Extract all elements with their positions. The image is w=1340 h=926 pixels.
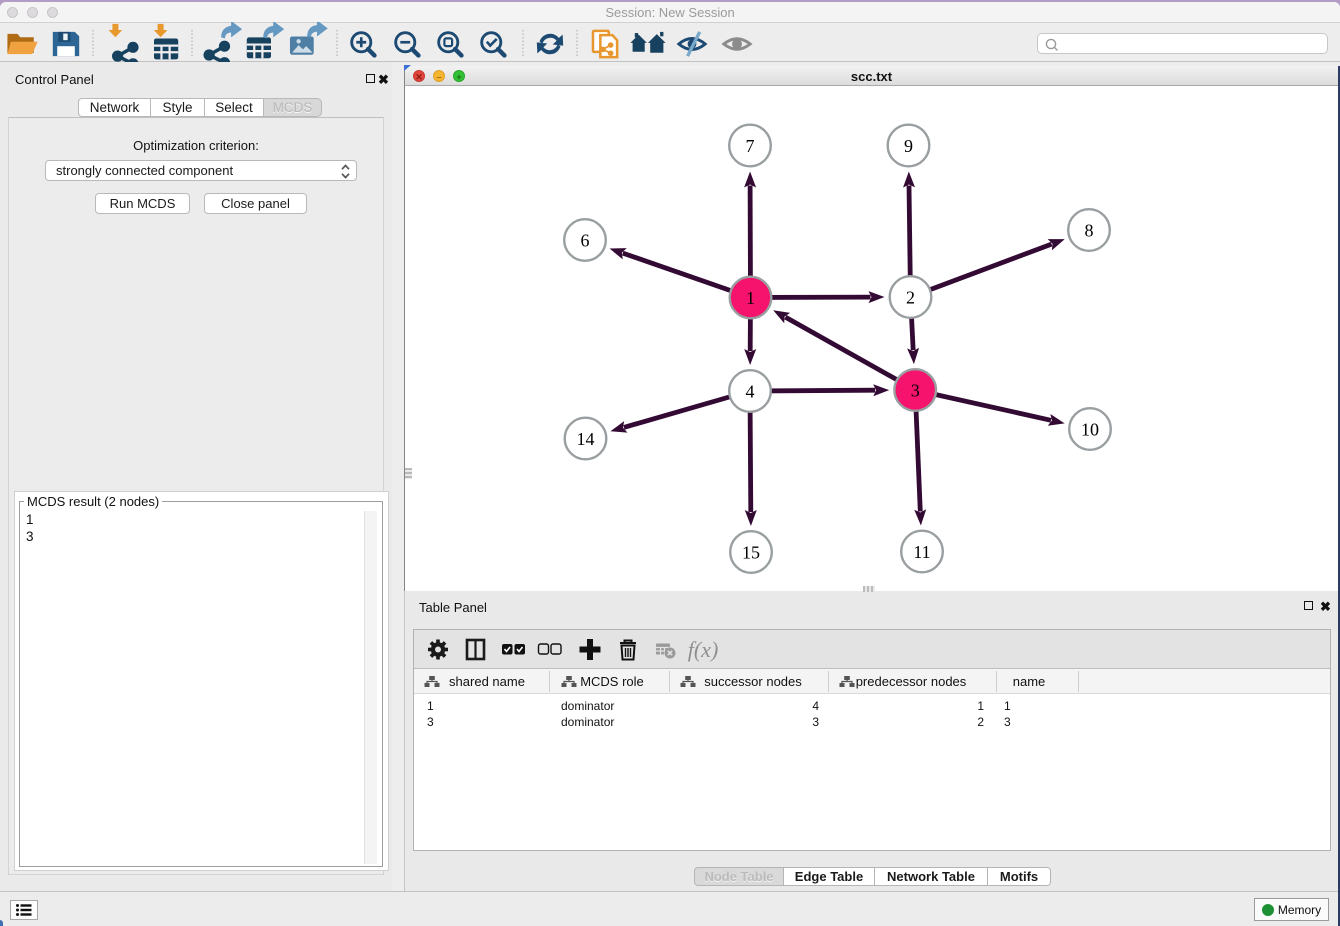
svg-text:name: name [1013, 674, 1046, 689]
svg-text:11: 11 [913, 542, 930, 562]
svg-text:MCDS role: MCDS role [580, 674, 644, 689]
svg-text:successor nodes: successor nodes [704, 674, 802, 689]
svg-text:6: 6 [581, 231, 590, 251]
svg-text:15: 15 [742, 543, 760, 563]
svg-text:14: 14 [577, 429, 595, 449]
svg-text:2: 2 [906, 288, 915, 308]
svg-text:8: 8 [1085, 221, 1094, 241]
svg-text:9: 9 [904, 136, 913, 156]
svg-text:10: 10 [1081, 420, 1099, 440]
svg-text:1: 1 [746, 288, 755, 308]
svg-text:f(x): f(x) [688, 637, 719, 662]
svg-text:predecessor nodes: predecessor nodes [856, 674, 967, 689]
svg-text:3: 3 [911, 381, 920, 401]
svg-text:shared name: shared name [449, 674, 525, 689]
svg-text:7: 7 [746, 136, 755, 156]
svg-text:4: 4 [746, 382, 755, 402]
